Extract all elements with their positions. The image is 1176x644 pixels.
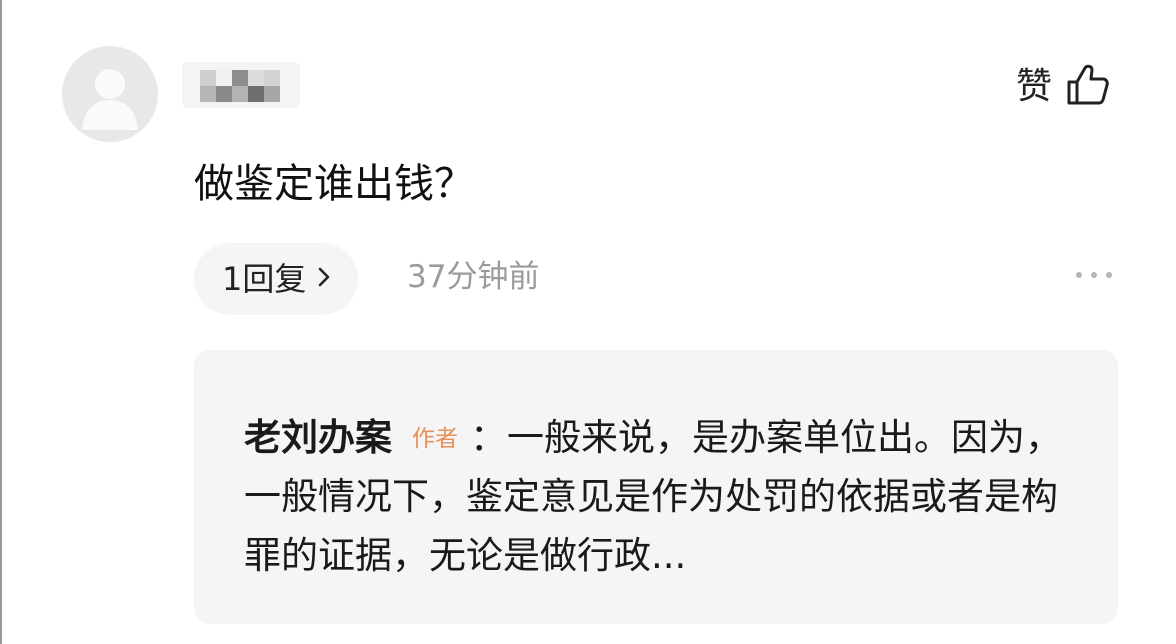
comment-timestamp: 37分钟前 (407, 259, 540, 295)
reply-separator: ： (470, 416, 507, 459)
reply-count-label: 1回复 (222, 260, 307, 298)
like-button[interactable]: 赞 (1016, 64, 1110, 110)
pixelated-username (182, 62, 300, 108)
reply-author-name[interactable]: 老刘办案 (244, 416, 392, 459)
more-options-button[interactable] (1076, 268, 1112, 282)
like-label: 赞 (1015, 66, 1052, 107)
view-replies-button[interactable]: 1回复 (194, 243, 359, 315)
user-avatar[interactable] (62, 46, 158, 142)
more-dots-icon (1076, 272, 1082, 278)
username-blurred[interactable] (182, 60, 300, 110)
reply-preview[interactable]: 老刘办案 作者 ：一般来说，是办案单位出。因为，一般情况下，鉴定意见是作为处罚的依据… (194, 350, 1118, 624)
reply-preview-text: 老刘办案 作者 ：一般来说，是办案单位出。因为，一般情况下，鉴定意见是作为处罚的依据… (244, 408, 1078, 585)
comment-text: 做鉴定谁出钱？ (194, 161, 474, 207)
chevron-right-icon (316, 266, 332, 292)
default-user-icon (82, 69, 138, 130)
author-badge: 作者 (412, 426, 458, 452)
comment-screen: 赞 做鉴定谁出钱？ 1回复 37分钟前 老刘办案 作者 ：一般来说，是办案单位出。因… (0, 0, 1176, 644)
thumbs-up-icon (1066, 64, 1110, 110)
